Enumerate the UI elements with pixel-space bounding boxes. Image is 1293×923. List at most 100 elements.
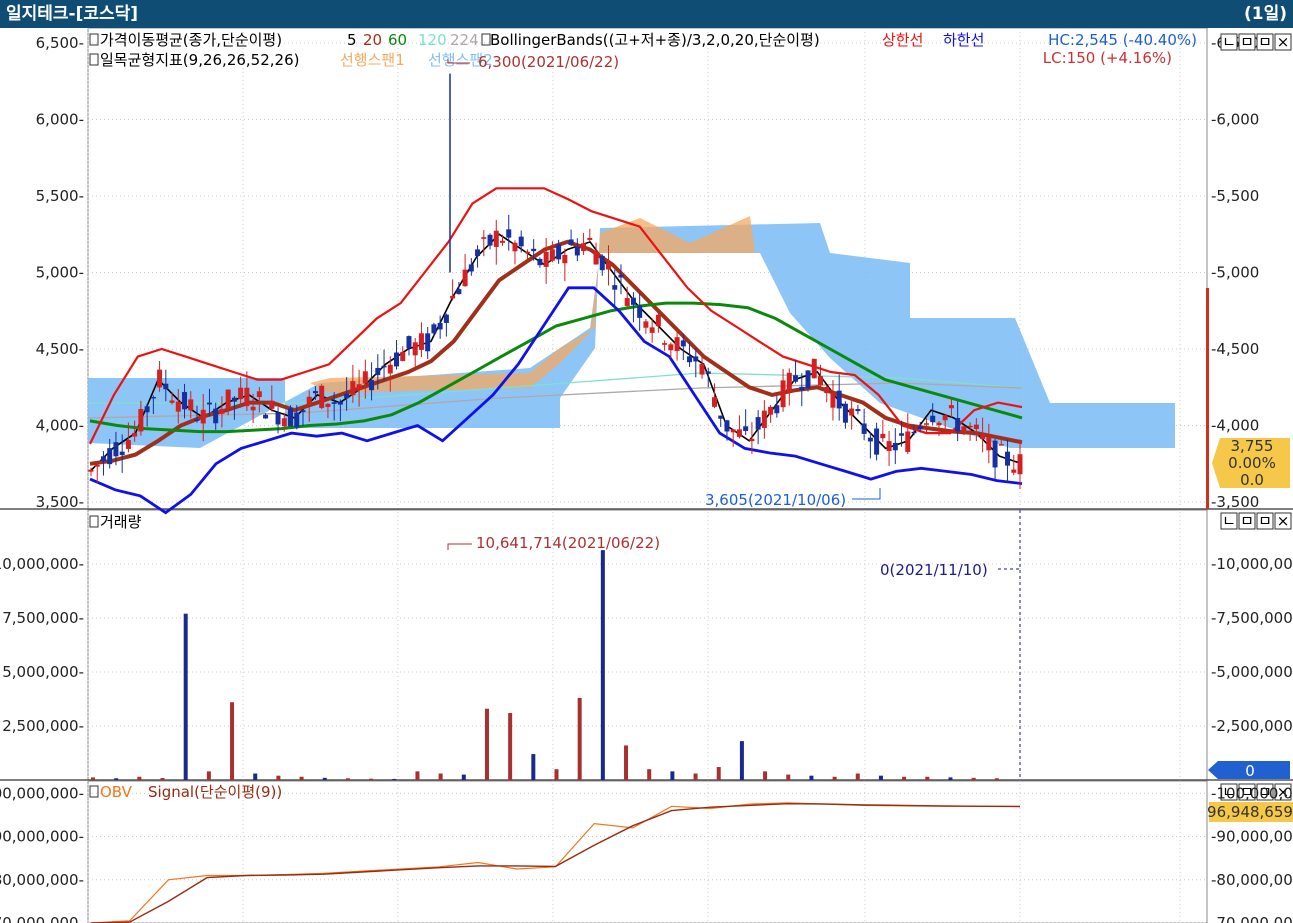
- volume-bar: [183, 613, 188, 780]
- volume-bar: [786, 774, 791, 780]
- candle-body: [107, 448, 113, 465]
- candle-body: [761, 410, 767, 428]
- volume-bar: [206, 771, 211, 780]
- volume-tick-right-3: -2,500,000: [1211, 717, 1293, 735]
- candle-body: [936, 422, 942, 426]
- period-label[interactable]: (1일): [1244, 0, 1287, 28]
- candle-body: [487, 234, 493, 246]
- volume-bar: [230, 702, 235, 780]
- candle-body: [842, 403, 848, 423]
- candle-body: [780, 380, 786, 408]
- candle-body: [524, 251, 530, 254]
- candle-body: [188, 399, 194, 411]
- candle-body: [830, 392, 836, 408]
- volume-bar: [600, 550, 605, 780]
- obv-panel: [87, 780, 1208, 923]
- volume-bar: [322, 777, 327, 780]
- candle-body: [849, 408, 855, 416]
- candle-body: [269, 400, 275, 409]
- candle-body: [923, 423, 929, 425]
- volume-tick-right-0: -10,000,000: [1211, 555, 1293, 573]
- volume-current-value: 0: [1245, 762, 1255, 780]
- candle-body: [724, 420, 730, 432]
- candle-body: [687, 356, 693, 363]
- price-panel-button-label-3: ×: [1277, 33, 1290, 51]
- candle-body: [930, 415, 936, 423]
- volume-bar: [739, 741, 744, 780]
- volume-bar: [299, 776, 304, 780]
- volume-legend: 거래량: [100, 513, 142, 531]
- candle-body: [556, 244, 562, 260]
- candle-body: [506, 229, 512, 238]
- volume-bar: [809, 775, 814, 780]
- volume-bar: [878, 775, 883, 780]
- obv-legend: OBV: [100, 783, 133, 801]
- candle-body: [593, 251, 599, 265]
- candle-body: [605, 262, 611, 270]
- price-tick-left-3: 5,000-: [36, 264, 84, 282]
- volume-bar: [415, 771, 420, 780]
- volume-bar: [670, 771, 675, 780]
- lc-label: LC:150 (+4.16%): [1043, 49, 1172, 67]
- candle-body: [880, 433, 886, 439]
- candle-body: [574, 247, 580, 256]
- candle-body: [250, 406, 256, 411]
- candle-body: [786, 372, 792, 393]
- candle-body: [244, 387, 250, 407]
- candle-body: [100, 456, 106, 462]
- chart-canvas[interactable]: 6,500--6,5006,000--6,0005,500--5,5005,00…: [0, 28, 1293, 923]
- price-legend-item-3: 60: [388, 31, 407, 49]
- candle-body: [200, 409, 206, 424]
- candle-body: [768, 406, 774, 415]
- candle-body: [138, 408, 144, 432]
- candle-body: [543, 251, 549, 267]
- candle-body: [144, 406, 150, 413]
- price-tick-left-6: 3,500-: [36, 493, 84, 511]
- candle-body: [281, 418, 287, 427]
- price-scale-marker: [1206, 288, 1209, 509]
- candle-body: [412, 342, 418, 356]
- candle-body: [150, 396, 156, 399]
- candle-body: [344, 393, 350, 399]
- candle-body: [755, 417, 761, 430]
- volume-bar: [276, 775, 281, 780]
- candle-body: [824, 387, 830, 394]
- candle-body: [169, 400, 175, 403]
- price-legend-item-4: 120: [418, 31, 447, 49]
- volume-bar: [91, 777, 95, 780]
- candle-body: [705, 371, 711, 374]
- current-price-value-2: 0.0: [1240, 471, 1264, 489]
- candle-body: [643, 321, 649, 328]
- candle-body: [175, 401, 181, 412]
- volume-panel-button-label-1: ㅁ: [1240, 512, 1254, 530]
- high-label: 6,300(2021/06/22): [478, 53, 619, 71]
- candle-body: [736, 429, 742, 437]
- volume-tick-left-3: 2,500,000-: [2, 717, 84, 735]
- candle-body: [568, 239, 574, 245]
- candle-body: [325, 403, 331, 408]
- candle-body: [693, 356, 699, 362]
- candle-body: [337, 401, 343, 405]
- volume-tick-left-1: 7,500,000-: [2, 609, 84, 627]
- candle-body: [518, 236, 524, 247]
- candle-body: [668, 344, 674, 351]
- candle-body: [468, 264, 474, 272]
- price-tick-left-4: 4,500-: [36, 340, 84, 358]
- price-tick-left-2: 5,500-: [36, 187, 84, 205]
- candle-body: [512, 242, 518, 252]
- candle-body: [998, 444, 1004, 446]
- candle-body: [481, 237, 487, 239]
- volume-bar: [345, 778, 350, 780]
- candle-body: [88, 469, 94, 472]
- obv-tick-left-0: 100,000,000-: [0, 784, 84, 802]
- price-panel-button-label-1: ㅁ: [1240, 33, 1254, 51]
- candle-body: [369, 380, 375, 391]
- candle-body: [256, 391, 262, 398]
- candle-body: [238, 387, 244, 400]
- candle-body: [612, 285, 618, 290]
- volume-bar: [114, 778, 119, 780]
- candle-body: [587, 237, 593, 240]
- candle-body: [711, 397, 717, 407]
- price-tick-left-0: 6,500-: [36, 34, 84, 52]
- volume-bar: [508, 713, 513, 780]
